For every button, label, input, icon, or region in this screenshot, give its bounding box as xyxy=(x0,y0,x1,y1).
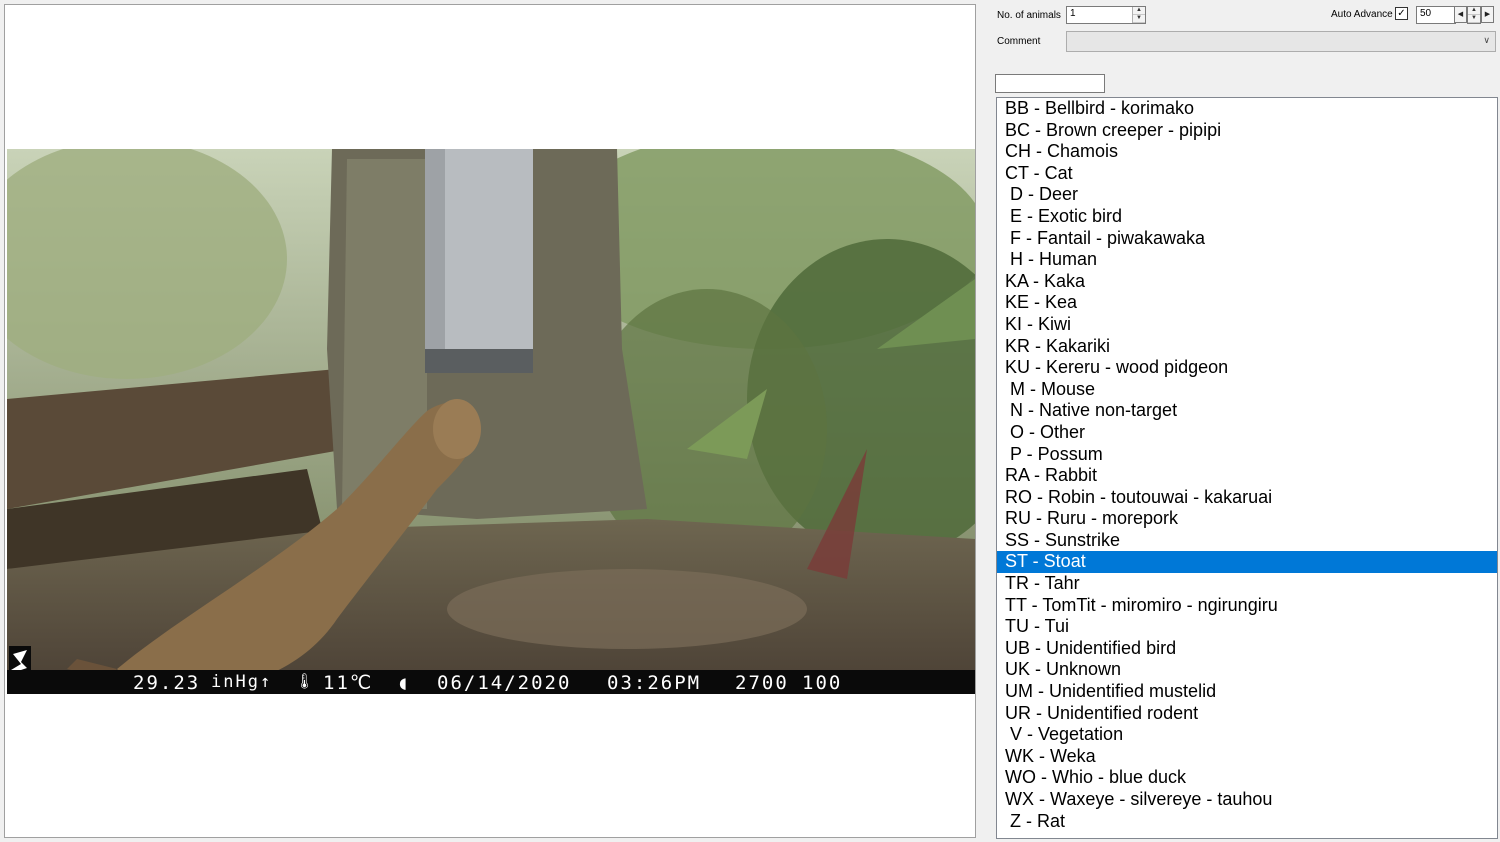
species-list-item[interactable]: E - Exotic bird xyxy=(997,206,1497,228)
date-value: 06/14/2020 xyxy=(437,672,572,694)
species-list-item[interactable]: RO - Robin - toutouwai - kakaruai xyxy=(997,487,1497,509)
stepper-up-icon[interactable]: ▲ xyxy=(1468,7,1480,15)
species-list-item[interactable]: F - Fantail - piwakawaka xyxy=(997,228,1497,250)
species-list-item[interactable]: RU - Ruru - morepork xyxy=(997,508,1497,530)
species-list-item[interactable]: UK - Unknown xyxy=(997,659,1497,681)
species-list-item[interactable]: P - Possum xyxy=(997,444,1497,466)
pressure-unit: inHg↑ xyxy=(211,672,273,692)
species-list-item[interactable]: V - Vegetation xyxy=(997,724,1497,746)
auto-advance-value: 50 xyxy=(1420,8,1432,19)
species-list-item[interactable]: WX - Waxeye - silvereye - tauhou xyxy=(997,789,1497,811)
species-list-item[interactable]: O - Other xyxy=(997,422,1497,444)
species-list-item[interactable]: M - Mouse xyxy=(997,379,1497,401)
photo-scene xyxy=(7,149,975,694)
species-list-item[interactable]: UM - Unidentified mustelid xyxy=(997,681,1497,703)
species-list-item[interactable]: KE - Kea xyxy=(997,292,1497,314)
comment-dropdown[interactable]: ∨ xyxy=(1066,31,1496,52)
animals-label: No. of animals xyxy=(997,10,1061,21)
auto-advance-checkbox[interactable]: ✓ xyxy=(1395,7,1408,20)
camera-code-2: 100 xyxy=(802,672,843,694)
species-list-item[interactable]: BC - Brown creeper - pipipi xyxy=(997,120,1497,142)
species-list-item[interactable]: SS - Sunstrike xyxy=(997,530,1497,552)
species-list-item[interactable]: UB - Unidentified bird xyxy=(997,638,1497,660)
species-list-item[interactable]: RA - Rabbit xyxy=(997,465,1497,487)
species-list-item[interactable]: KA - Kaka xyxy=(997,271,1497,293)
species-list-item[interactable]: D - Deer xyxy=(997,184,1497,206)
thermometer-icon: 🌡 xyxy=(295,672,317,690)
species-list-item[interactable]: BB - Bellbird - korimako xyxy=(997,98,1497,120)
species-list-item[interactable]: KU - Kereru - wood pidgeon xyxy=(997,357,1497,379)
arrow-right-icon[interactable]: ▶ xyxy=(1481,6,1494,23)
stepper-down-icon[interactable]: ▼ xyxy=(1468,15,1480,23)
moon-phase-icon: ◖ xyxy=(397,672,411,694)
animals-stepper-buttons[interactable]: ▲ ▼ xyxy=(1132,7,1145,23)
comment-label: Comment xyxy=(997,36,1041,47)
time-value: 03:26PM xyxy=(607,672,702,694)
species-list-item[interactable]: WK - Weka xyxy=(997,746,1497,768)
animals-count-stepper[interactable]: 1 ▲ ▼ xyxy=(1066,6,1146,24)
species-list-item[interactable]: TU - Tui xyxy=(997,616,1497,638)
chevron-down-icon[interactable]: ∨ xyxy=(1483,35,1490,46)
species-filter-input[interactable] xyxy=(995,74,1105,93)
camera-code-1: 2700 xyxy=(735,672,789,694)
species-list-item[interactable]: WO - Whio - blue duck xyxy=(997,767,1497,789)
trail-camera-photo: 29.23 inHg↑ 🌡 11℃ ◖ 06/14/2020 03:26PM 2… xyxy=(7,149,975,694)
image-viewer: 29.23 inHg↑ 🌡 11℃ ◖ 06/14/2020 03:26PM 2… xyxy=(4,4,976,838)
species-list-item[interactable]: KR - Kakariki xyxy=(997,336,1497,358)
stepper-down-icon[interactable]: ▼ xyxy=(1133,15,1145,23)
species-list-item[interactable]: TT - TomTit - miromiro - ngirungiru xyxy=(997,595,1497,617)
auto-advance-label: Auto Advance xyxy=(1331,9,1393,20)
species-list-item[interactable]: CH - Chamois xyxy=(997,141,1497,163)
species-list-item[interactable]: UR - Unidentified rodent xyxy=(997,703,1497,725)
species-list[interactable]: BB - Bellbird - korimako BC - Brown creep… xyxy=(996,97,1498,839)
species-list-item[interactable]: TR - Tahr xyxy=(997,573,1497,595)
temperature-value: 11℃ xyxy=(323,672,374,694)
species-list-item[interactable]: CT - Cat xyxy=(997,163,1497,185)
animals-count-value: 1 xyxy=(1070,8,1076,19)
species-list-item[interactable]: Z - Rat xyxy=(997,811,1497,833)
auto-advance-stepper[interactable]: ▲ ▼ xyxy=(1467,6,1481,24)
stepper-up-icon[interactable]: ▲ xyxy=(1133,7,1145,15)
species-list-item[interactable]: KI - Kiwi xyxy=(997,314,1497,336)
species-list-item[interactable]: ST - Stoat xyxy=(997,551,1497,574)
species-list-item[interactable]: H - Human xyxy=(997,249,1497,271)
species-list-item[interactable]: N - Native non-target xyxy=(997,400,1497,422)
pressure-value: 29.23 xyxy=(133,672,201,694)
camera-info-bar: 29.23 inHg↑ 🌡 11℃ ◖ 06/14/2020 03:26PM 2… xyxy=(7,670,975,694)
auto-advance-input[interactable]: 50 xyxy=(1416,6,1456,24)
arrow-left-icon[interactable]: ◀ xyxy=(1454,6,1467,23)
